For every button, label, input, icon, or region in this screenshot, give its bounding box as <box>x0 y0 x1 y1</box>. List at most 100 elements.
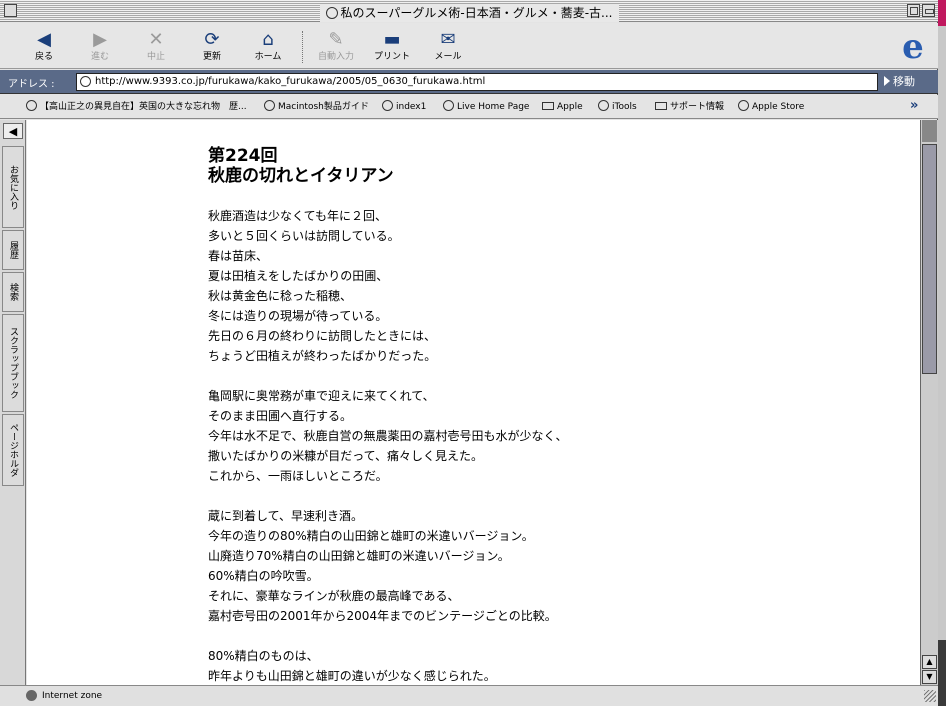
chevron-right-icon[interactable]: » <box>910 98 918 113</box>
home-button[interactable]: ⌂ ホーム <box>242 29 294 67</box>
address-url: http://www.9393.co.jp/furukawa/kako_furu… <box>95 76 486 87</box>
explorer-bar: ◀ お気に入り 履歴 検索 スクラップブック ページホルダ <box>0 120 26 685</box>
print-button[interactable]: ▬ プリント <box>366 29 418 67</box>
favorite-item[interactable]: Live Home Page <box>443 100 529 114</box>
web-content[interactable]: 第224回 秋鹿の切れとイタリアン 秋鹿酒造は少なくても年に２回、 多いと５回くら… <box>27 120 920 685</box>
scroll-thumb[interactable] <box>922 144 937 374</box>
page-globe-icon <box>738 100 749 111</box>
globe-icon <box>26 690 37 701</box>
page-globe-icon <box>80 76 91 87</box>
autofill-button[interactable]: ✎ 自動入力 <box>310 29 362 67</box>
resize-grip[interactable] <box>924 690 936 702</box>
back-button[interactable]: ◀ 戻る <box>18 29 70 67</box>
article-line: 嘉村壱号田の2001年から2004年までのビンテージごとの比較。 <box>208 609 557 623</box>
article-line: 昨年よりも山田錦と雄町の違いが少なく感じられた。 <box>208 669 496 683</box>
article-line: 夏は田植えをしたばかりの田圃、 <box>208 269 389 283</box>
page-globe-icon <box>26 100 37 111</box>
tab-scrapbook-label: スクラップブック <box>8 327 18 399</box>
favorite-item[interactable]: 【高山正之の異見自在】英国の大きな忘れ物 歴... <box>26 100 247 114</box>
refresh-button[interactable]: ⟳ 更新 <box>186 29 238 67</box>
favorite-item[interactable]: サポート情報 <box>655 100 724 114</box>
address-label: アドレス : <box>8 79 55 90</box>
status-bar: Internet zone <box>0 685 938 706</box>
article-title: 秋鹿の切れとイタリアン <box>208 166 394 186</box>
title-bar[interactable]: 私のスーパーグルメ術-日本酒・グルメ・蕎麦-古... <box>0 0 938 22</box>
favorite-item[interactable]: Macintosh製品ガイド <box>264 100 369 114</box>
favorite-label: Apple Store <box>752 102 805 112</box>
stop-button[interactable]: ✕ 中止 <box>130 29 182 67</box>
forward-arrow-icon: ▶ <box>93 29 107 50</box>
article-line: そのまま田圃へ直行する。 <box>208 409 353 423</box>
favorite-item[interactable]: Apple <box>542 100 583 114</box>
stop-button-label: 中止 <box>146 52 165 62</box>
favorites-bar: 【高山正之の異見自在】英国の大きな忘れ物 歴... Macintosh製品ガイド… <box>0 95 938 119</box>
favorite-item[interactable]: iTools <box>598 100 637 114</box>
favorite-label: index1 <box>396 102 427 112</box>
print-button-label: プリント <box>373 52 410 62</box>
article-line: 亀岡駅に奥常務が車で迎えに来てくれて、 <box>208 389 435 403</box>
collapse-box[interactable] <box>922 4 935 17</box>
desktop-edge-pink <box>938 0 946 26</box>
article-line: 先日の６月の終わりに訪問したときには、 <box>208 329 437 343</box>
folder-icon <box>655 102 667 110</box>
vertical-scrollbar[interactable]: ▲ ▼ <box>920 120 938 685</box>
forward-button[interactable]: ▶ 進む <box>74 29 126 67</box>
tab-scrapbook[interactable]: スクラップブック <box>2 314 24 412</box>
favorite-item[interactable]: index1 <box>382 100 426 114</box>
article-line: 今年は水不足で、秋鹿自営の無農薬田の嘉村壱号田も水が少なく、 <box>208 429 568 443</box>
favorite-label: Macintosh製品ガイド <box>278 102 369 112</box>
tab-history[interactable]: 履歴 <box>2 230 24 270</box>
mail-button[interactable]: ✉ メール <box>422 29 474 67</box>
globe-icon <box>325 7 338 19</box>
page-globe-icon <box>443 100 454 111</box>
article-page: 第224回 秋鹿の切れとイタリアン 秋鹿酒造は少なくても年に２回、 多いと５回くら… <box>175 120 773 685</box>
back-button-label: 戻る <box>34 52 53 62</box>
scroll-track[interactable] <box>922 120 937 142</box>
article-paragraph: 蔵に到着して、早速利き酒。 今年の造りの80%精白の山田錦と雄町の米違いバージョン… <box>208 506 568 626</box>
favorite-label: サポート情報 <box>670 102 725 112</box>
address-input[interactable]: http://www.9393.co.jp/furukawa/kako_furu… <box>76 73 878 91</box>
browser-window: 私のスーパーグルメ術-日本酒・グルメ・蕎麦-古... ◀ 戻る ▶ 進む ✕ 中… <box>0 0 938 706</box>
article-paragraph: 亀岡駅に奥常務が車で迎えに来てくれて、 そのまま田圃へ直行する。今年は水不足で、秋… <box>208 386 568 486</box>
article-line: 山廃造り70%精白の山田錦と雄町の米違いバージョン。 <box>208 549 510 563</box>
article-line: 60%精白の吟吹雪。 <box>208 569 319 583</box>
favorite-label: 【高山正之の異見自在】英国の大きな忘れ物 歴... <box>40 102 247 112</box>
status-zone: Internet zone <box>42 691 103 701</box>
tab-search[interactable]: 検索 <box>2 272 24 312</box>
scroll-up-arrow-icon[interactable]: ▲ <box>922 655 937 669</box>
address-bar: アドレス : http://www.9393.co.jp/furukawa/ka… <box>0 70 938 94</box>
toolbar: ◀ 戻る ▶ 進む ✕ 中止 ⟳ 更新 ⌂ ホーム ✎ 自動入力 ▬ プリント … <box>0 23 938 69</box>
article-line: これから、一雨ほしいところだ。 <box>208 469 388 483</box>
explorer-bar-handle[interactable]: ◀ <box>3 123 23 139</box>
scroll-down-arrow-icon[interactable]: ▼ <box>922 670 937 684</box>
favorite-label: Apple <box>557 102 583 112</box>
folder-icon <box>542 102 554 110</box>
page-globe-icon <box>382 100 393 111</box>
zoom-box[interactable] <box>907 4 920 17</box>
article-line: 春は苗床、 <box>208 249 269 263</box>
toolbar-separator <box>302 31 303 63</box>
go-button[interactable]: 移動 <box>880 73 934 91</box>
article-line: 秋は黄金色に稔った稲穂、 <box>208 289 353 303</box>
ie-logo[interactable]: e <box>894 29 932 65</box>
favorite-label: Live Home Page <box>457 102 530 112</box>
desktop-edge <box>938 0 946 706</box>
stop-x-icon: ✕ <box>148 29 164 50</box>
tab-history-label: 履歴 <box>8 241 18 259</box>
go-arrow-icon <box>884 76 890 86</box>
article-line: 冬には造りの現場が待っている。 <box>208 309 388 323</box>
refresh-icon: ⟳ <box>204 29 220 50</box>
article-line: 撒いたばかりの米糠が目だって、痛々しく見えた。 <box>208 449 484 463</box>
home-button-label: ホーム <box>254 52 282 62</box>
tab-favorites[interactable]: お気に入り <box>2 146 24 228</box>
window-title: 私のスーパーグルメ術-日本酒・グルメ・蕎麦-古... <box>319 4 619 22</box>
article-paragraph: 秋鹿酒造は少なくても年に２回、 多いと５回くらいは訪問している。 春は苗床、 夏は田植… <box>208 206 568 366</box>
tab-page-holder-label: ページホルダ <box>8 423 18 477</box>
favorite-item[interactable]: Apple Store <box>738 100 804 114</box>
tab-search-label: 検索 <box>8 283 18 301</box>
forward-button-label: 進む <box>90 52 109 62</box>
tab-page-holder[interactable]: ページホルダ <box>2 414 24 486</box>
tab-favorites-label: お気に入り <box>8 164 18 210</box>
refresh-button-label: 更新 <box>202 52 221 62</box>
article-line: 蔵に到着して、早速利き酒。 <box>208 509 364 523</box>
